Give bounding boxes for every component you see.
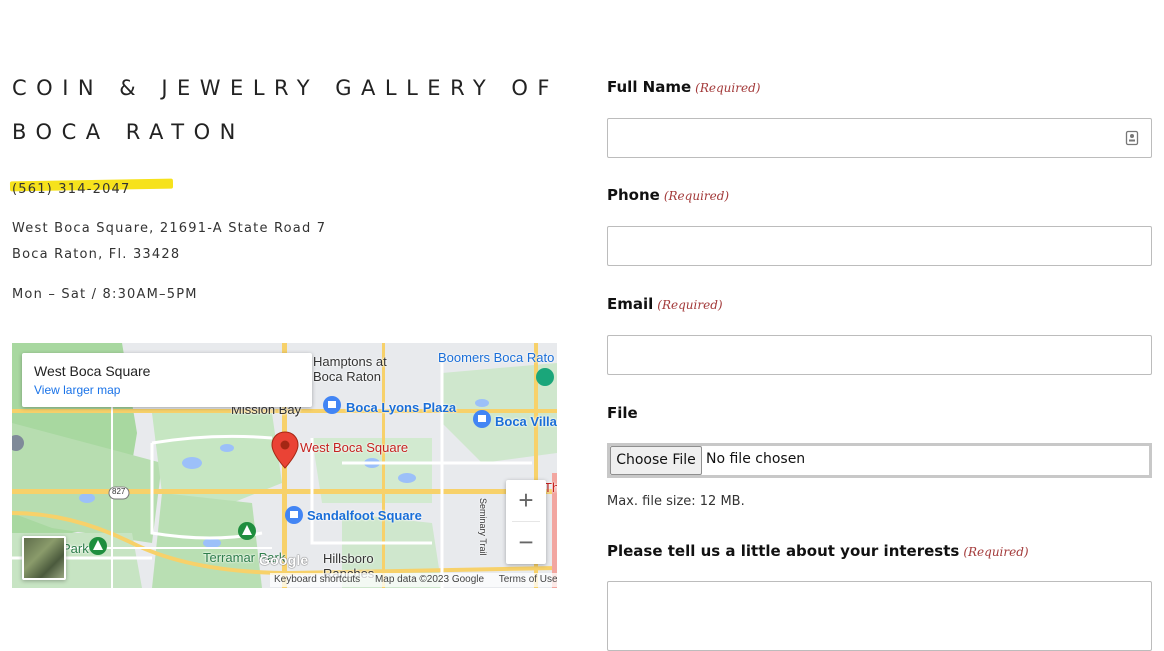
email-input[interactable] — [607, 335, 1152, 375]
map-attribution: Keyboard shortcuts Map data ©2023 Google… — [270, 573, 557, 587]
required-marker: (Required) — [663, 189, 730, 203]
full-name-label-text: Full Name — [607, 78, 692, 96]
full-name-label: Full Name (Required) — [607, 78, 760, 96]
map-label-sandalfoot: Sandalfoot Square — [307, 508, 422, 523]
file-label: File — [607, 404, 638, 422]
file-size-hint: Max. file size: 12 MB. — [607, 494, 745, 509]
map-info-card: West Boca Square View larger map — [22, 353, 312, 407]
email-label-text: Email — [607, 295, 654, 313]
map-label-route-827: 827 — [112, 487, 126, 496]
google-map[interactable]: Hamptons at Boca Raton Boomers Boca Rato… — [12, 343, 557, 588]
phone-label-text: Phone — [607, 186, 660, 204]
satellite-toggle-button[interactable] — [22, 536, 66, 580]
map-label-seminary-trail: Seminary Trail — [478, 498, 488, 556]
map-label-park: Park — [62, 541, 89, 556]
address-line-2: Boca Raton, Fl. 33428 — [12, 247, 181, 262]
phone-label: Phone (Required) — [607, 186, 729, 204]
google-logo: Google — [259, 552, 309, 568]
zoom-out-button[interactable]: − — [506, 522, 546, 562]
required-marker: (Required) — [963, 545, 1029, 559]
keyboard-shortcuts-link[interactable]: Keyboard shortcuts — [274, 574, 360, 585]
map-data-text: Map data ©2023 Google — [374, 574, 485, 585]
file-upload-field: Choose File No file chosen — [607, 443, 1152, 478]
map-card-title: West Boca Square — [34, 363, 151, 379]
zoom-in-button[interactable]: + — [506, 480, 546, 520]
map-label-boomers: Boomers Boca Rato — [438, 350, 555, 365]
contact-card-icon[interactable] — [1125, 130, 1139, 150]
business-hours: Mon – Sat / 8:30AM–5PM — [12, 287, 198, 302]
map-label-west-boca-square: West Boca Square — [300, 440, 409, 455]
zoom-controls: + − — [506, 480, 546, 564]
address-line-1: West Boca Square, 21691-A State Road 7 — [12, 221, 327, 236]
phone-input[interactable] — [607, 226, 1152, 266]
map-label-hamptons: Hamptons at Boca Raton — [313, 354, 387, 384]
email-label: Email (Required) — [607, 295, 723, 313]
terms-of-use-link[interactable]: Terms of Use — [499, 574, 557, 585]
full-name-input[interactable] — [607, 118, 1152, 158]
view-larger-map-link[interactable]: View larger map — [34, 383, 120, 397]
required-marker: (Required) — [657, 298, 723, 312]
interests-textarea[interactable] — [607, 581, 1152, 651]
phone-number[interactable]: (561) 314-2047 — [12, 182, 130, 197]
interests-label: Please tell us a little about your inter… — [607, 542, 1029, 560]
business-name: COIN & JEWELRY GALLERY OF BOCA RATON — [12, 76, 559, 144]
interests-label-text: Please tell us a little about your inter… — [607, 542, 960, 560]
choose-file-button[interactable]: Choose File — [610, 446, 702, 475]
required-marker: (Required) — [695, 81, 761, 95]
map-label-boca-lyons: Boca Lyons Plaza — [346, 400, 457, 415]
map-label-boca-villa: Boca Villa — [495, 414, 557, 429]
file-status-text: No file chosen — [706, 451, 806, 467]
map-pin-icon[interactable] — [271, 431, 299, 474]
